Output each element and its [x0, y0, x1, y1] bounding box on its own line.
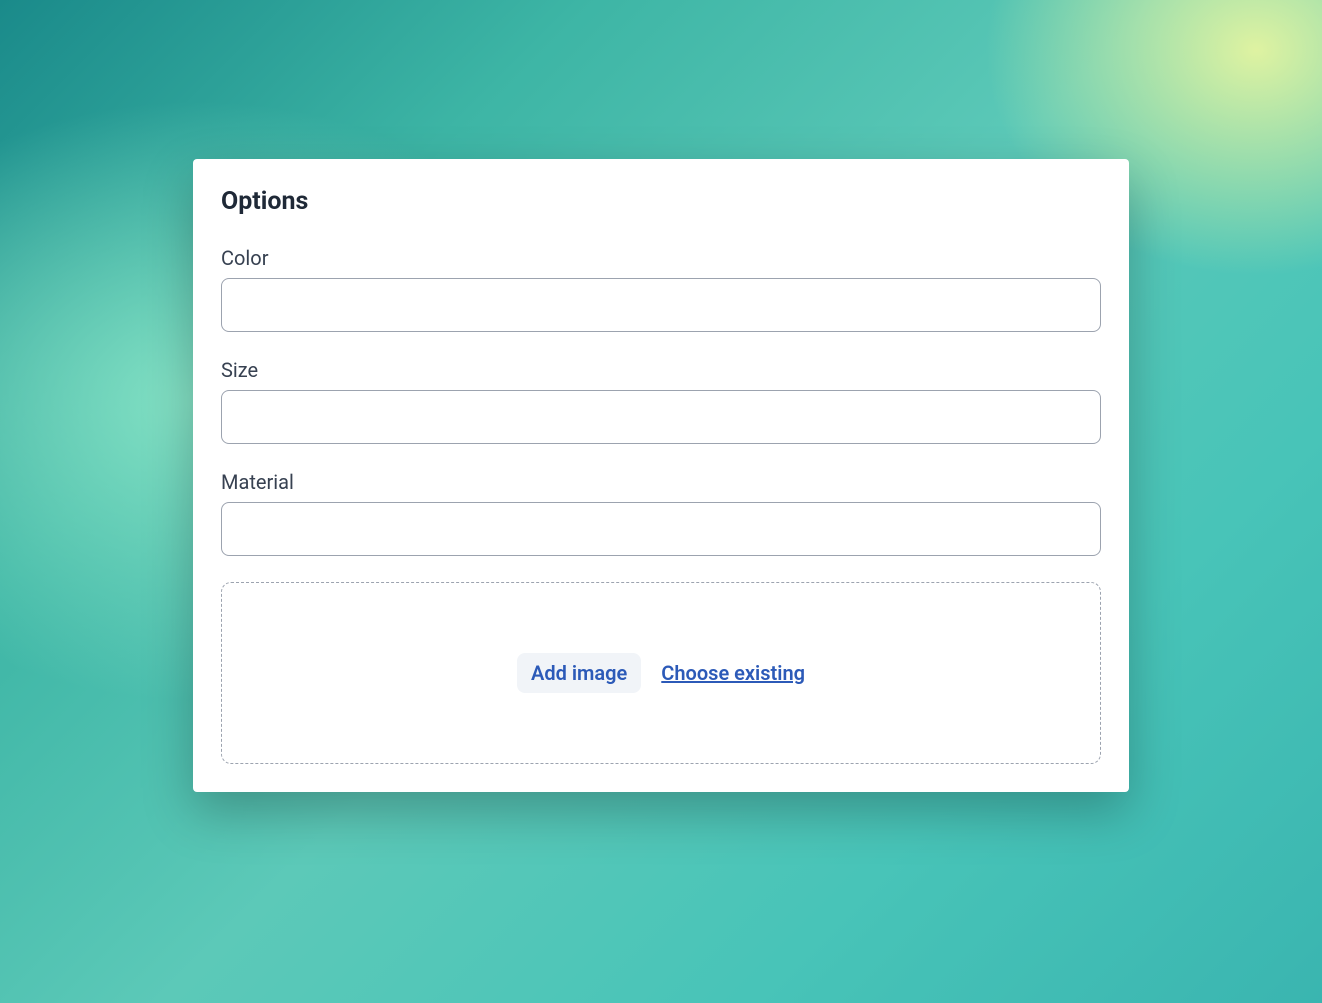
- card-title: Options: [221, 187, 1101, 216]
- size-input[interactable]: [221, 390, 1101, 444]
- color-input[interactable]: [221, 278, 1101, 332]
- material-input[interactable]: [221, 502, 1101, 556]
- field-label-color: Color: [221, 246, 1101, 270]
- add-image-button[interactable]: Add image: [517, 653, 641, 693]
- field-label-size: Size: [221, 358, 1101, 382]
- field-group-material: Material: [221, 470, 1101, 556]
- choose-existing-link[interactable]: Choose existing: [661, 661, 805, 685]
- options-card: Options Color Size Material Add image Ch…: [193, 159, 1129, 792]
- image-dropzone[interactable]: Add image Choose existing: [221, 582, 1101, 764]
- field-label-material: Material: [221, 470, 1101, 494]
- field-group-size: Size: [221, 358, 1101, 444]
- field-group-color: Color: [221, 246, 1101, 332]
